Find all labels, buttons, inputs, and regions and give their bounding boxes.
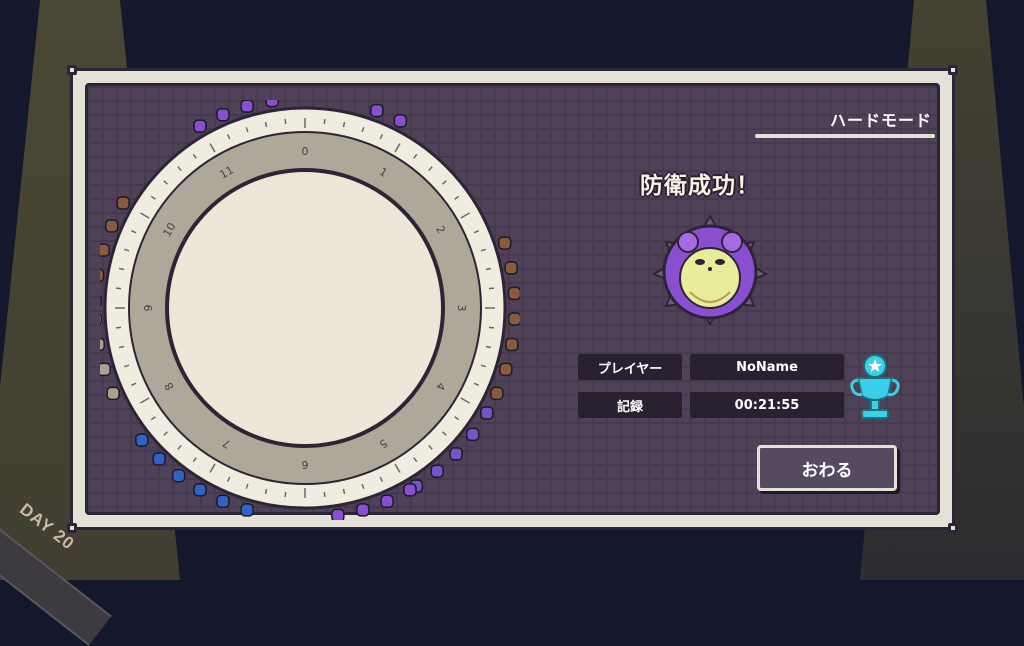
- board-center: [165, 168, 445, 448]
- enemy-unit: [499, 362, 513, 377]
- enemy-unit: [240, 503, 254, 517]
- enemy-unit: [356, 503, 370, 517]
- board-tick: [264, 488, 268, 495]
- enemy-unit: [504, 261, 518, 275]
- board-tick: [284, 491, 287, 498]
- enemy-unit: [216, 494, 230, 509]
- enemy-unit: [449, 447, 463, 461]
- mode-underline: [755, 134, 935, 138]
- enemy-unit: [430, 464, 444, 478]
- enemy-unit: [480, 406, 494, 420]
- board-tick: [342, 488, 346, 495]
- trophy-icon: [850, 354, 900, 419]
- enemy-unit: [265, 100, 279, 108]
- end-button[interactable]: おわる: [757, 445, 897, 491]
- enemy-unit: [100, 243, 110, 257]
- board-tick: [115, 326, 122, 329]
- enemy-unit: [403, 483, 417, 497]
- board-number: 9: [142, 305, 155, 312]
- enemy-unit: [505, 337, 519, 352]
- board-tick: [284, 118, 287, 125]
- enemy-unit: [106, 386, 120, 401]
- enemy-unit: [507, 312, 520, 326]
- panel-corner: [948, 523, 958, 533]
- enemy-unit: [240, 100, 254, 113]
- enemy-unit: [171, 468, 186, 483]
- enemy-unit: [497, 236, 512, 250]
- board-tick: [485, 267, 492, 271]
- board-tick: [115, 287, 122, 290]
- player-label: プレイヤー: [578, 354, 682, 380]
- board-number: 6: [302, 458, 309, 471]
- enemy-unit: [393, 114, 408, 128]
- enemy-unit: [193, 483, 207, 497]
- mode-label: ハードモード: [829, 111, 932, 130]
- enemy-unit: [152, 452, 166, 466]
- panel-corner: [67, 65, 77, 75]
- board-tick: [118, 345, 125, 349]
- panel-corner: [948, 65, 958, 75]
- board-number: 3: [455, 305, 468, 312]
- board-tick: [485, 345, 492, 349]
- enemy-unit: [135, 433, 149, 447]
- enemy-unit: [465, 427, 480, 442]
- enemy-unit: [100, 268, 105, 282]
- board-tick: [264, 121, 268, 128]
- board-tick: [118, 267, 125, 271]
- board-tick: [342, 121, 346, 128]
- enemy-unit: [100, 313, 103, 325]
- enemy-unit: [370, 103, 384, 118]
- enemy-unit: [116, 196, 130, 210]
- result-title: 防衛成功！: [640, 173, 760, 199]
- mascot-hamster-icon: [651, 213, 769, 327]
- board-number: 0: [302, 145, 309, 158]
- record-label: 記録: [578, 392, 682, 418]
- enemy-unit: [331, 508, 345, 520]
- enemy-unit: [507, 286, 520, 301]
- clock-board: 01234567891011: [100, 100, 520, 520]
- board-tick: [323, 118, 326, 125]
- record-time: 00:21:55: [690, 392, 844, 418]
- player-name: NoName: [690, 354, 844, 380]
- enemy-unit: [104, 219, 119, 233]
- enemy-unit: [100, 294, 102, 307]
- board-tick: [488, 287, 495, 290]
- board-tick: [488, 326, 495, 329]
- enemy-unit: [100, 337, 105, 352]
- enemy-unit: [216, 107, 230, 122]
- panel-corner: [67, 523, 77, 533]
- enemy-unit: [100, 362, 111, 377]
- enemy-unit: [380, 494, 394, 509]
- enemy-unit: [193, 119, 207, 133]
- board-tick: [323, 491, 326, 498]
- enemy-unit: [490, 386, 504, 401]
